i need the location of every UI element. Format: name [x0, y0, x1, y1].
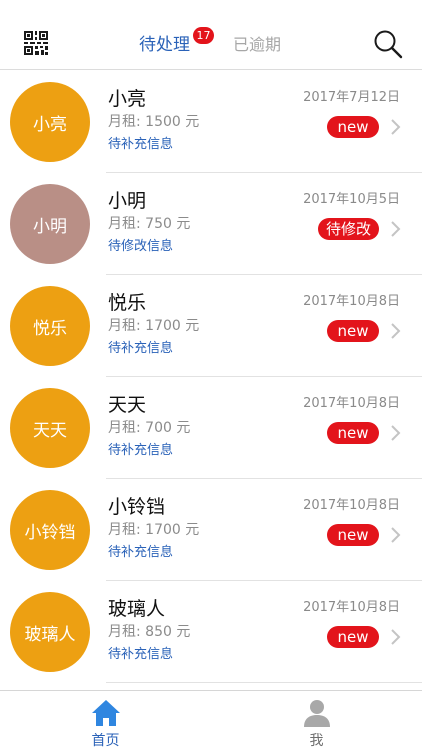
tenant-name: 悦乐	[108, 292, 147, 314]
monthly-rent: 月租: 750 元	[108, 216, 191, 232]
status-badge: new	[327, 116, 379, 138]
tab-pending-label: 待处理	[139, 35, 190, 55]
list-item[interactable]: 小铃铛 小铃铛 月租: 1700 元 待补充信息 2017年10月8日 new	[0, 479, 422, 581]
list-item[interactable]: 玻璃人 玻璃人 月租: 850 元 待补充信息 2017年10月8日 new	[0, 581, 422, 683]
date-text: 2017年10月8日	[303, 600, 400, 615]
date-text: 2017年10月8日	[303, 294, 400, 309]
status-text: 待补充信息	[108, 137, 174, 152]
monthly-rent: 月租: 850 元	[108, 624, 191, 640]
tab-home-label: 首页	[91, 733, 120, 749]
tab-me-label: 我	[309, 733, 324, 749]
avatar: 小明	[10, 184, 90, 264]
avatar: 小铃铛	[10, 490, 90, 570]
tenant-name: 天天	[108, 394, 147, 416]
list-item[interactable]: 小亮 小亮 月租: 1500 元 待补充信息 2017年7月12日 new	[0, 71, 422, 173]
avatar: 玻璃人	[10, 592, 90, 672]
pending-count-badge: 17	[193, 27, 214, 44]
bottom-tab-bar: 首页 我	[0, 690, 422, 750]
qr-code-icon[interactable]	[24, 31, 48, 55]
list-item[interactable]: 小明 小明 月租: 750 元 待修改信息 2017年10月5日 待修改	[0, 173, 422, 275]
avatar: 悦乐	[10, 286, 90, 366]
tab-me[interactable]: 我	[211, 691, 422, 750]
list-item[interactable]: 天天 天天 月租: 700 元 待补充信息 2017年10月8日 new	[0, 377, 422, 479]
tenant-name: 小亮	[108, 88, 147, 110]
tab-pending[interactable]: 待处理	[139, 34, 190, 56]
tab-overdue[interactable]: 已逾期	[233, 34, 281, 56]
tenant-list: 小亮 小亮 月租: 1500 元 待补充信息 2017年7月12日 new 小明…	[0, 71, 422, 683]
avatar: 天天	[10, 388, 90, 468]
chevron-right-icon	[390, 322, 401, 340]
app-screen: 待处理 17 已逾期 小亮 小亮 月租: 1500 元 待补充信息 2017年7…	[0, 0, 422, 750]
status-badge: 待修改	[317, 218, 379, 240]
date-text: 2017年10月5日	[303, 192, 400, 207]
status-badge: new	[327, 422, 379, 444]
date-text: 2017年10月8日	[303, 396, 400, 411]
tenant-name: 玻璃人	[108, 598, 166, 620]
user-icon	[302, 699, 332, 727]
status-text: 待补充信息	[108, 545, 174, 560]
status-badge: new	[327, 320, 379, 342]
status-text: 待补充信息	[108, 647, 174, 662]
tenant-name: 小铃铛	[108, 496, 166, 518]
monthly-rent: 月租: 1700 元	[108, 318, 200, 334]
date-text: 2017年10月8日	[303, 498, 400, 513]
chevron-right-icon	[390, 118, 401, 136]
list-item[interactable]: 悦乐 悦乐 月租: 1700 元 待补充信息 2017年10月8日 new	[0, 275, 422, 377]
date-text: 2017年7月12日	[303, 90, 400, 105]
tab-overdue-label: 已逾期	[233, 35, 282, 54]
top-bar: 待处理 17 已逾期	[0, 0, 422, 70]
chevron-right-icon	[390, 424, 401, 442]
chevron-right-icon	[390, 628, 401, 646]
status-badge: new	[327, 626, 379, 648]
monthly-rent: 月租: 700 元	[108, 420, 191, 436]
monthly-rent: 月租: 1500 元	[108, 114, 200, 130]
monthly-rent: 月租: 1700 元	[108, 522, 200, 538]
tab-home[interactable]: 首页	[0, 691, 211, 750]
status-badge: new	[327, 524, 379, 546]
status-text: 待修改信息	[108, 239, 174, 254]
chevron-right-icon	[390, 220, 401, 238]
search-icon[interactable]	[373, 29, 403, 59]
status-text: 待补充信息	[108, 443, 174, 458]
avatar: 小亮	[10, 82, 90, 162]
status-text: 待补充信息	[108, 341, 174, 356]
home-icon	[91, 699, 121, 727]
chevron-right-icon	[390, 526, 401, 544]
tenant-name: 小明	[108, 190, 147, 212]
